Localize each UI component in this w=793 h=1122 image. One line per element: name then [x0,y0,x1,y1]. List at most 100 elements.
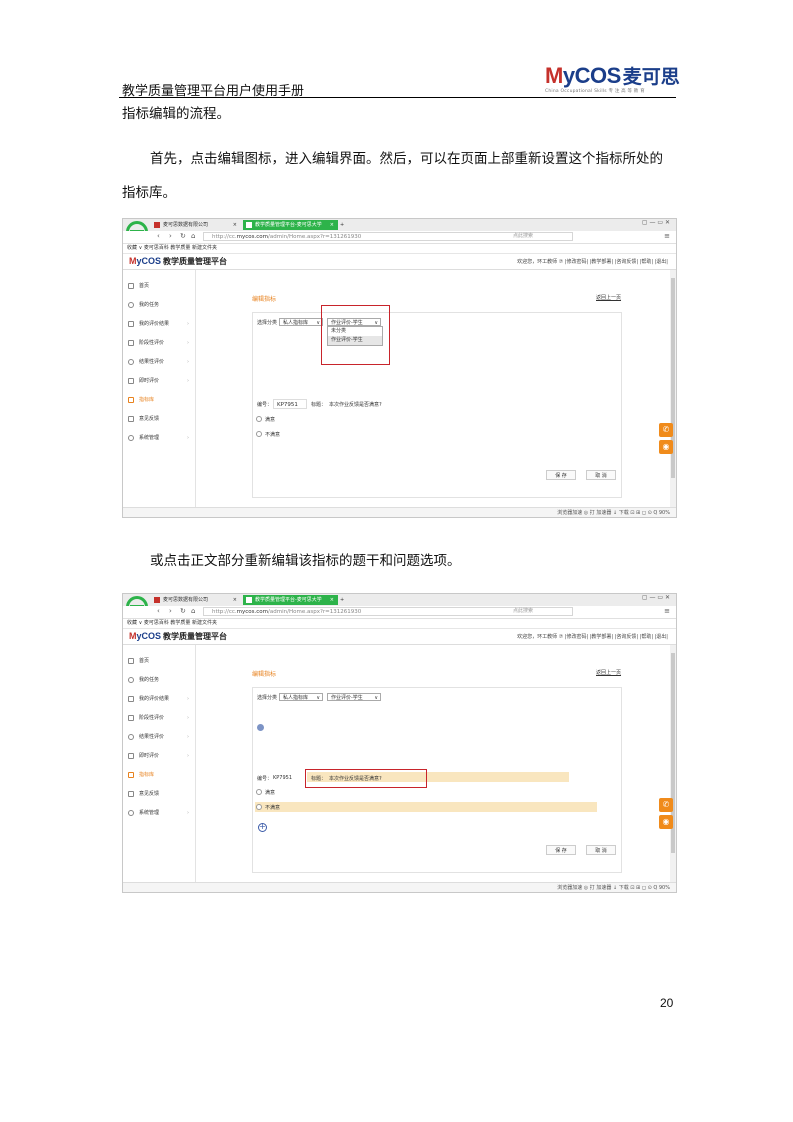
home-icon[interactable]: ⌂ [191,232,195,240]
scrollbar[interactable] [670,270,676,507]
highlight-box [321,305,390,365]
option-label[interactable]: 不满意 [265,804,280,811]
sidebar-item-result-eval[interactable]: 结果性评价 › [123,731,195,743]
browser-tab-1[interactable]: 麦可思数据有限公司 × [151,220,241,230]
grid-icon [128,696,134,702]
back-icon[interactable]: ‹ [157,232,160,240]
new-tab-button[interactable]: + [338,595,350,605]
sidebar-item-system[interactable]: 系统管理 › [123,432,195,444]
app-logo: MyCOS 教学质量管理平台 [129,256,228,266]
sidebar: 首页 我的任务 我的评价结果 › 阶段性评价 › 结果性评价 › 即时评价 › 指标库 … [123,645,196,882]
home-icon[interactable]: ⌂ [191,607,195,615]
back-link[interactable]: 返回上一页 [596,669,621,676]
code-label: 编号： [257,402,273,408]
browser-menu-icon[interactable]: ≡ [664,232,670,240]
refresh-icon[interactable]: ↻ [180,607,186,615]
chat-icon[interactable]: ◉ [659,440,673,454]
edit-indicator-title: 编辑指标 [252,671,277,678]
sidebar-item-instant-eval[interactable]: 即时评价 › [123,375,195,387]
paragraph-step2: 或点击正文部分重新编辑该指标的题干和问题选项。 [150,553,461,569]
document-icon [128,753,134,759]
option-label[interactable]: 满意 [265,789,275,796]
edit-form-panel: 选择分类 私人指标库 ∨ 作业评价-学生 ∨ 未分类 作业评价-学生 编号： KP7… [252,312,622,498]
address-bar: ‹ › ↻ ⌂ http://cc.mycos.com/admin/Home.a… [123,606,676,619]
sidebar-item-home[interactable]: 首页 [123,655,195,667]
grid-icon [128,321,134,327]
bar-chart-icon [128,772,134,778]
question-text[interactable]: 本次作业反馈是否满意? [329,401,382,408]
chat-icon[interactable]: ◉ [659,815,673,829]
paragraph-intro: 指标编辑的流程。 [122,106,230,122]
sidebar-item-result-eval[interactable]: 结果性评价 › [123,356,195,368]
tab-close-icon[interactable]: × [330,220,334,230]
screenshot-edit-category: 麦可思数据有限公司 × 教学质量管理平台-麦可思大学 × + ▢ — ▭ ✕ ‹ ›… [122,218,677,518]
cancel-button[interactable]: 取 消 [586,845,616,855]
browser-search-input[interactable]: 点此搜索 [513,232,603,241]
sidebar-item-indicator-library[interactable]: 指标库 [123,769,195,781]
status-bar: 浏览器加速 ◎ 打 加速器 ↓ 下载 ⊡ ⊞ ◻ ⊙ Q 90% [123,882,676,892]
browser-tab-bar: 麦可思数据有限公司 × 教学质量管理平台-麦可思大学 × + ▢ — ▭ ✕ [123,594,676,606]
browser-menu-icon[interactable]: ≡ [664,607,670,615]
sidebar-item-instant-eval[interactable]: 即时评价 › [123,750,195,762]
browser-tab-bar: 麦可思数据有限公司 × 教学质量管理平台-麦可思大学 × + ▢ — ▭ ✕ [123,219,676,231]
browser-tab-2-active[interactable]: 教学质量管理平台-麦可思大学 × [243,595,338,605]
cancel-button[interactable]: 取 消 [586,470,616,480]
mycos-logo: MyCOS 麦可思 China Occupational Skills 专 注 高… [545,62,685,98]
sidebar-item-feedback[interactable]: 意见反馈 [123,413,195,425]
code-input[interactable]: KP7951 [273,399,307,409]
sidebar-item-tasks[interactable]: 我的任务 [123,299,195,311]
library-select[interactable]: 私人指标库 ∨ [279,693,323,701]
document-icon [128,378,134,384]
save-button[interactable]: 保 存 [546,470,576,480]
code-value[interactable]: KP7951 [273,775,292,781]
user-menu[interactable]: 欢迎您，环工教师 ⑦ |修改密码| |教学部署| |咨询反馈| |帮助| |退出… [517,633,668,640]
sidebar-item-home[interactable]: 首页 [123,280,195,292]
sidebar-item-stage-eval[interactable]: 阶段性评价 › [123,712,195,724]
paragraph-step1-line1: 首先，点击编辑图标，进入编辑界面。然后，可以在页面上部重新设置这个指标所处的 [150,151,663,167]
forward-icon[interactable]: › [169,607,172,615]
tab-close-icon[interactable]: × [330,595,334,605]
window-controls[interactable]: ▢ — ▭ ✕ [642,219,670,226]
phone-icon[interactable]: ✆ [659,798,673,812]
option-radio[interactable] [256,416,262,422]
option-radio[interactable] [256,804,262,810]
phone-icon[interactable]: ✆ [659,423,673,437]
sidebar-item-feedback[interactable]: 意见反馈 [123,788,195,800]
option-label[interactable]: 不满意 [265,431,280,438]
scrollbar[interactable] [670,645,676,882]
forward-icon[interactable]: › [169,232,172,240]
bookmarks-bar: 收藏 ∨ 麦可思百科 教学质量 新建文件夹 [123,244,676,254]
user-icon [128,677,134,683]
page-number: 20 [660,996,674,1010]
browser-tab-2-active[interactable]: 教学质量管理平台-麦可思大学 × [243,220,338,230]
option-radio[interactable] [256,431,262,437]
sidebar-item-stage-eval[interactable]: 阶段性评价 › [123,337,195,349]
home-icon [128,283,134,289]
add-option-icon[interactable]: + [258,823,267,832]
library-select[interactable]: 私人指标库 ∨ [279,318,323,326]
sidebar-item-tasks[interactable]: 我的任务 [123,674,195,686]
user-menu[interactable]: 欢迎您，环工教师 ⑦ |修改密码| |教学部署| |咨询反馈| |帮助| |退出… [517,258,668,265]
new-tab-button[interactable]: + [338,220,350,230]
option-radio[interactable] [256,789,262,795]
option-label[interactable]: 满意 [265,416,275,423]
tab-close-icon[interactable]: × [233,220,237,230]
sidebar-item-system[interactable]: 系统管理 › [123,807,195,819]
back-link[interactable]: 返回上一页 [596,294,621,301]
save-button[interactable]: 保 存 [546,845,576,855]
back-icon[interactable]: ‹ [157,607,160,615]
info-icon[interactable] [257,724,264,731]
category-select[interactable]: 作业评价-学生 ∨ [327,693,381,701]
option-highlight-bar [255,802,597,812]
sidebar-item-indicator-library[interactable]: 指标库 [123,394,195,406]
tab-close-icon[interactable]: × [233,595,237,605]
refresh-icon[interactable]: ↻ [180,232,186,240]
status-bar: 浏览器加速 ◎ 打 加速器 ↓ 下载 ⊡ ⊞ ◻ ⊙ Q 90% [123,507,676,517]
site-favicon [154,597,160,603]
browser-search-input[interactable]: 点此搜索 [513,607,603,616]
browser-tab-1[interactable]: 麦可思数据有限公司 × [151,595,241,605]
sidebar-item-results[interactable]: 我的评价结果 › [123,318,195,330]
sidebar-item-results[interactable]: 我的评价结果 › [123,693,195,705]
window-controls[interactable]: ▢ — ▭ ✕ [642,594,670,601]
mail-icon [128,791,134,797]
